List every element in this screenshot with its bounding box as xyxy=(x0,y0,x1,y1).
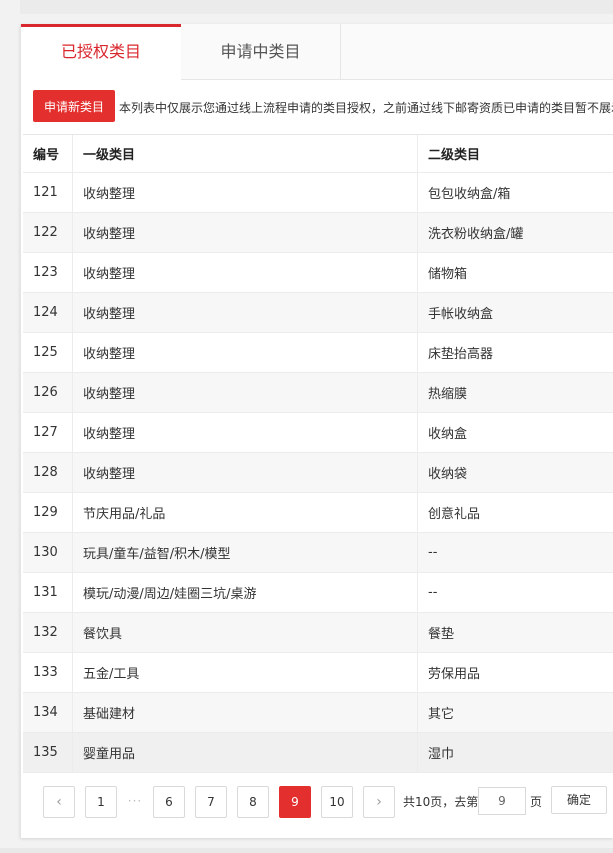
row-id: 132 xyxy=(33,625,58,640)
table-row: 133 五金/工具 劳保用品 xyxy=(23,653,613,693)
row-level2-category: 收纳袋 xyxy=(417,453,613,492)
row-level1-category: 收纳整理 xyxy=(72,253,417,292)
category-table: 编号 一级类目 二级类目 121 收纳整理 包包收纳盒/箱 122 收纳整理 洗衣粉收纳盒… xyxy=(23,134,613,773)
page-button-7[interactable]: 7 xyxy=(195,786,227,818)
table-row: 131 模玩/动漫/周边/娃圈三坑/桌游 -- xyxy=(23,573,613,613)
table-row: 121 收纳整理 包包收纳盒/箱 xyxy=(23,173,613,213)
row-level1-category: 五金/工具 xyxy=(72,653,417,692)
category-card: 已授权类目 申请中类目 申请新类目 本列表中仅展示您通过线上流程申请的类目授权，… xyxy=(20,24,613,838)
next-page-button[interactable]: › xyxy=(363,786,395,818)
row-level1-category: 模玩/动漫/周边/娃圈三坑/桌游 xyxy=(72,573,417,612)
table-row: 135 婴童用品 湿巾 xyxy=(23,733,613,773)
row-id: 130 xyxy=(33,545,58,560)
apply-new-category-button[interactable]: 申请新类目 xyxy=(33,90,115,122)
row-id: 134 xyxy=(33,705,58,720)
notice-text: 本列表中仅展示您通过线上流程申请的类目授权，之前通过线下邮寄资质已申请的类目暂不… xyxy=(119,101,613,115)
row-level1-category: 收纳整理 xyxy=(72,453,417,492)
row-id: 129 xyxy=(33,505,58,520)
chevron-left-icon: ‹ xyxy=(56,794,62,810)
row-level2-category: 包包收纳盒/箱 xyxy=(417,173,613,212)
row-level1-category: 收纳整理 xyxy=(72,333,417,372)
page-button-6[interactable]: 6 xyxy=(153,786,185,818)
row-level1-category: 收纳整理 xyxy=(72,373,417,412)
table-row: 130 玩具/童车/益智/积木/模型 -- xyxy=(23,533,613,573)
row-id: 131 xyxy=(33,585,58,600)
top-bar xyxy=(20,0,613,14)
header-level1: 一级类目 xyxy=(72,135,417,172)
row-level2-category: 床垫抬高器 xyxy=(417,333,613,372)
row-level2-category: 湿巾 xyxy=(417,733,613,772)
row-level2-category: 储物箱 xyxy=(417,253,613,292)
row-id: 133 xyxy=(33,665,58,680)
row-id: 135 xyxy=(33,745,58,760)
header-id: 编号 xyxy=(33,148,60,163)
row-level1-category: 节庆用品/礼品 xyxy=(72,493,417,532)
table-row: 124 收纳整理 手帐收纳盒 xyxy=(23,293,613,333)
header-level2: 二级类目 xyxy=(417,135,613,172)
chevron-right-icon: › xyxy=(376,794,382,810)
row-level2-category: 创意礼品 xyxy=(417,493,613,532)
table-row: 123 收纳整理 储物箱 xyxy=(23,253,613,293)
row-level1-category: 收纳整理 xyxy=(72,213,417,252)
tab-applying[interactable]: 申请中类目 xyxy=(181,24,341,80)
table-row: 128 收纳整理 收纳袋 xyxy=(23,453,613,493)
row-level2-category: 餐垫 xyxy=(417,613,613,652)
goto-page-input[interactable]: 9 xyxy=(478,787,526,815)
row-level2-category: -- xyxy=(417,533,613,572)
row-level2-category: 洗衣粉收纳盒/罐 xyxy=(417,213,613,252)
row-id: 127 xyxy=(33,425,58,440)
row-level2-category: 劳保用品 xyxy=(417,653,613,692)
tab-authorized[interactable]: 已授权类目 xyxy=(21,24,181,81)
row-id: 122 xyxy=(33,225,58,240)
row-level2-category: 收纳盒 xyxy=(417,413,613,452)
table-row: 134 基础建材 其它 xyxy=(23,693,613,733)
row-id: 128 xyxy=(33,465,58,480)
row-level1-category: 收纳整理 xyxy=(72,293,417,332)
row-level2-category: 手帐收纳盒 xyxy=(417,293,613,332)
row-level1-category: 收纳整理 xyxy=(72,413,417,452)
bottom-bar xyxy=(0,848,613,853)
row-level1-category: 基础建材 xyxy=(72,693,417,732)
row-level1-category: 餐饮具 xyxy=(72,613,417,652)
row-level1-category: 玩具/童车/益智/积木/模型 xyxy=(72,533,417,572)
notice-bar: 申请新类目 本列表中仅展示您通过线上流程申请的类目授权，之前通过线下邮寄资质已申… xyxy=(21,90,613,124)
row-id: 126 xyxy=(33,385,58,400)
prev-page-button[interactable]: ‹ xyxy=(43,786,75,818)
row-id: 121 xyxy=(33,185,58,200)
table-row: 129 节庆用品/礼品 创意礼品 xyxy=(23,493,613,533)
confirm-goto-button[interactable]: 确定 xyxy=(551,786,607,814)
row-level1-category: 收纳整理 xyxy=(72,173,417,212)
row-level2-category: 其它 xyxy=(417,693,613,732)
row-level2-category: -- xyxy=(417,573,613,612)
row-id: 124 xyxy=(33,305,58,320)
page-button-9-current[interactable]: 9 xyxy=(279,786,311,818)
row-id: 123 xyxy=(33,265,58,280)
tab-bar: 已授权类目 申请中类目 xyxy=(21,24,613,81)
table-row: 127 收纳整理 收纳盒 xyxy=(23,413,613,453)
table-row: 125 收纳整理 床垫抬高器 xyxy=(23,333,613,373)
row-id: 125 xyxy=(33,345,58,360)
page-suffix-text: 页 xyxy=(530,795,543,809)
total-pages-text: 共10页，去第 xyxy=(403,795,479,809)
page-button-8[interactable]: 8 xyxy=(237,786,269,818)
row-level1-category: 婴童用品 xyxy=(72,733,417,772)
page-button-10[interactable]: 10 xyxy=(321,786,353,818)
table-row: 126 收纳整理 热缩膜 xyxy=(23,373,613,413)
page-button-1[interactable]: 1 xyxy=(85,786,117,818)
page-ellipsis: ··· xyxy=(127,794,143,808)
table-row: 132 餐饮具 餐垫 xyxy=(23,613,613,653)
table-row: 122 收纳整理 洗衣粉收纳盒/罐 xyxy=(23,213,613,253)
pagination: ‹ 1 ··· 6 7 8 9 10 › 共10页，去第 9 页 确定 xyxy=(43,786,613,818)
row-level2-category: 热缩膜 xyxy=(417,373,613,412)
table-header: 编号 一级类目 二级类目 xyxy=(23,135,613,173)
